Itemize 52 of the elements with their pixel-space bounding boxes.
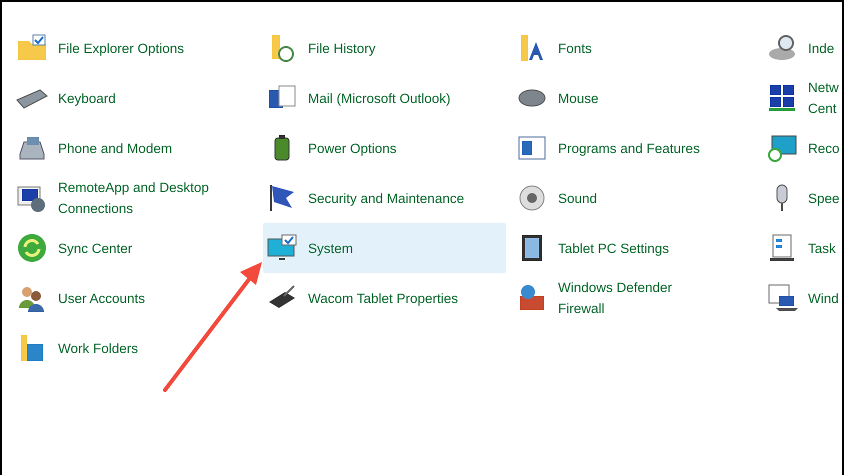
- control-panel-item[interactable]: Work Folders: [13, 323, 256, 373]
- control-panel-item[interactable]: Windows Defender Firewall: [513, 273, 756, 323]
- item-label: Programs and Features: [558, 140, 700, 158]
- control-panel-item[interactable]: RemoteApp and Desktop Connections: [13, 173, 256, 223]
- item-label: Netw Cent: [808, 79, 839, 118]
- item-label: Task: [808, 240, 836, 258]
- item-label: Tablet PC Settings: [558, 240, 670, 258]
- control-panel-item[interactable]: File Explorer Options: [13, 23, 256, 73]
- control-panel-item[interactable]: Fonts: [513, 23, 756, 73]
- control-panel-item[interactable]: Phone and Modem: [13, 123, 256, 173]
- item-label: System: [308, 240, 354, 258]
- item-label: Work Folders: [58, 340, 138, 358]
- item-label: Phone and Modem: [58, 140, 172, 158]
- sync-icon: [16, 232, 48, 264]
- item-label: Sync Center: [58, 240, 132, 258]
- control-panel-item[interactable]: Tablet PC Settings: [513, 223, 756, 273]
- control-panel-item[interactable]: Programs and Features: [513, 123, 756, 173]
- item-label: Security and Maintenance: [308, 190, 464, 208]
- control-panel-item[interactable]: Mouse: [513, 73, 756, 123]
- item-label: Keyboard: [58, 90, 116, 108]
- item-label: RemoteApp and Desktop Connections: [58, 179, 209, 218]
- item-label: Mouse: [558, 90, 599, 108]
- item-label: File History: [308, 40, 376, 58]
- control-panel-item[interactable]: Sync Center: [13, 223, 256, 273]
- control-panel-item[interactable]: Wacom Tablet Properties: [263, 273, 506, 323]
- item-label: Sound: [558, 190, 598, 208]
- item-label: Windows Defender Firewall: [558, 279, 672, 318]
- control-panel-item[interactable]: Keyboard: [13, 73, 256, 123]
- control-panel-item[interactable]: Task: [763, 223, 842, 273]
- item-label: Wind: [808, 290, 839, 308]
- control-panel-item[interactable]: Mail (Microsoft Outlook): [263, 73, 506, 123]
- control-panel-item[interactable]: Inde: [763, 23, 842, 73]
- control-panel-item[interactable]: System: [263, 223, 506, 273]
- item-label: Reco: [808, 140, 840, 158]
- item-label: User Accounts: [58, 290, 146, 308]
- control-panel-item[interactable]: User Accounts: [13, 273, 256, 323]
- item-label: Wacom Tablet Properties: [308, 290, 458, 308]
- item-label: Inde: [808, 40, 834, 58]
- control-panel-item[interactable]: Security and Maintenance: [263, 173, 506, 223]
- item-label: File Explorer Options: [58, 40, 184, 58]
- control-panel-item[interactable]: Wind: [763, 273, 842, 323]
- control-panel-item[interactable]: Reco: [763, 123, 842, 173]
- network-icon: [766, 82, 798, 114]
- item-label: Mail (Microsoft Outlook): [308, 90, 451, 108]
- control-panel-item[interactable]: Sound: [513, 173, 756, 223]
- item-label: Power Options: [308, 140, 397, 158]
- control-panel-item[interactable]: Netw Cent: [763, 73, 842, 123]
- control-panel-item[interactable]: Power Options: [263, 123, 506, 173]
- item-label: Spee: [808, 190, 840, 208]
- control-panel-item[interactable]: Spee: [763, 173, 842, 223]
- control-panel-item[interactable]: File History: [263, 23, 506, 73]
- item-label: Fonts: [558, 40, 592, 58]
